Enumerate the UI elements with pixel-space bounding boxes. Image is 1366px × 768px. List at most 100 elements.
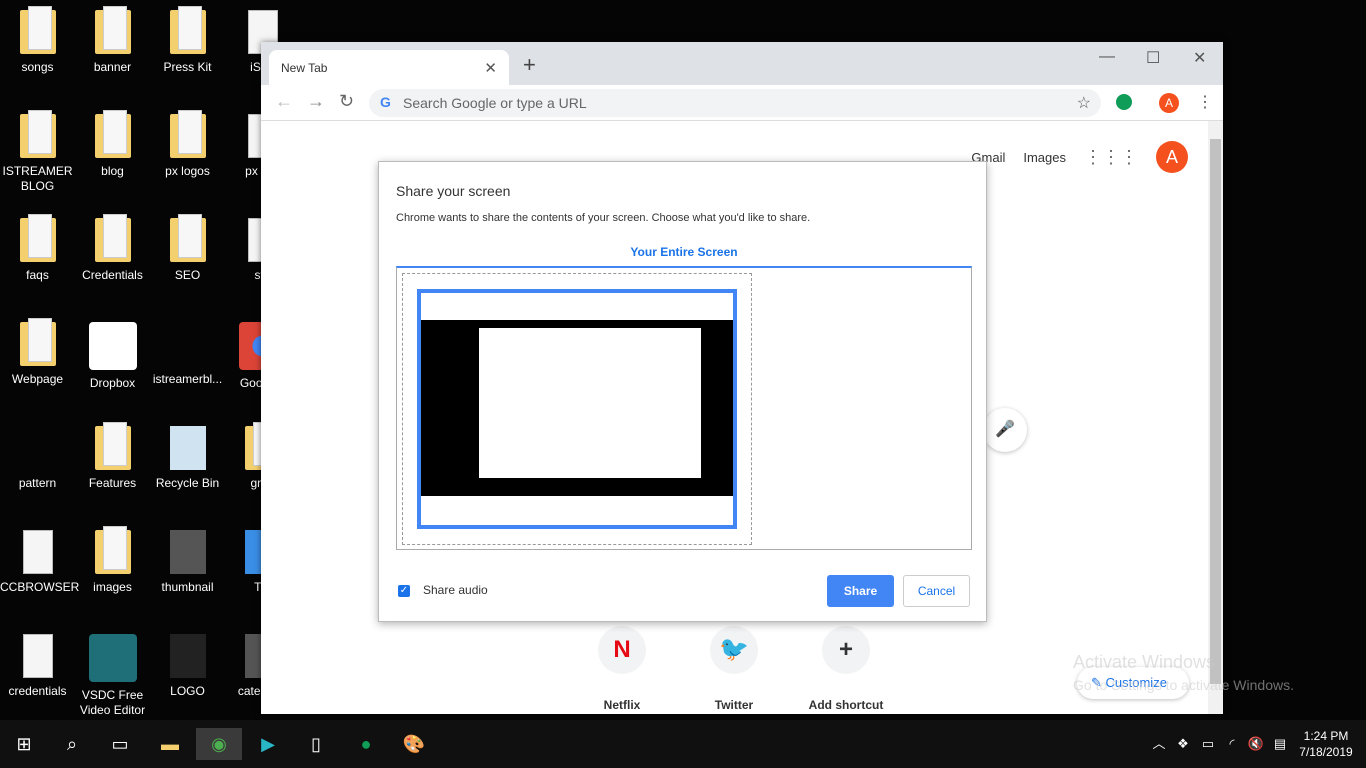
- dropbox-icon: [88, 322, 137, 370]
- desktop-icon-label: LOGO: [170, 684, 205, 698]
- desktop-icon[interactable]: Dropbox: [75, 322, 150, 391]
- scrollbar[interactable]: [1208, 121, 1223, 714]
- tab-entire-screen[interactable]: Your Entire Screen: [396, 245, 972, 259]
- dialog-title: Share your screen: [396, 183, 511, 199]
- desktop-icon[interactable]: blog: [75, 110, 150, 179]
- desktop-icon[interactable]: faqs: [0, 214, 75, 283]
- desktop-icon[interactable]: banner: [75, 6, 150, 75]
- desktop-icon[interactable]: CCBROWSER: [0, 530, 80, 595]
- desktop-icon[interactable]: Credentials: [75, 214, 150, 283]
- tab-new-tab[interactable]: New Tab ✕: [269, 50, 509, 85]
- desktop-icon-label: blog: [101, 164, 124, 178]
- screen-source[interactable]: [402, 273, 752, 545]
- desktop-icon[interactable]: LOGO: [150, 634, 225, 699]
- reload-button[interactable]: ↻: [339, 91, 354, 112]
- search-icon[interactable]: ⌕: [56, 728, 88, 760]
- hangouts-taskbar-icon[interactable]: ●: [350, 728, 382, 760]
- desktop-icon[interactable]: thumbnail: [150, 530, 225, 595]
- omnibox[interactable]: G Search Google or type a URL ☆: [369, 89, 1101, 117]
- desktop-icon[interactable]: Recycle Bin: [150, 426, 225, 491]
- account-avatar[interactable]: A: [1156, 141, 1188, 173]
- screen-thumbnail: [417, 289, 737, 529]
- shortcut-netflix[interactable]: N Netflix: [577, 626, 667, 712]
- omnibox-placeholder: Search Google or type a URL: [403, 95, 587, 111]
- twitter-icon: 🐦: [710, 626, 758, 674]
- desktop-icon[interactable]: Webpage: [0, 318, 75, 387]
- desktop-icon-label: images: [93, 580, 132, 594]
- desktop-icon-label: CCBROWSER: [0, 580, 80, 594]
- time: 1:24 PM: [1303, 729, 1349, 743]
- forward-button[interactable]: →: [307, 91, 325, 112]
- chrome-taskbar-icon[interactable]: ◉: [196, 728, 242, 760]
- share-button[interactable]: Share: [827, 575, 894, 607]
- tab-title: New Tab: [281, 61, 328, 75]
- menu-icon[interactable]: ⋮: [1197, 92, 1213, 112]
- tab-strip: New Tab ✕ + — ☐ ✕: [261, 42, 1223, 85]
- desktop-icon[interactable]: ISTREAMER BLOG: [0, 110, 75, 194]
- folder-icon: [94, 422, 131, 470]
- document-taskbar-icon[interactable]: ▯: [300, 728, 332, 760]
- desktop-icon-label: SEO: [174, 268, 201, 282]
- desktop-icon-label: ISTREAMER BLOG: [2, 164, 73, 193]
- desktop-icon-label: pattern: [18, 476, 57, 490]
- cancel-button[interactable]: Cancel: [903, 575, 970, 607]
- shortcut-add[interactable]: + Add shortcut: [801, 626, 891, 712]
- clock[interactable]: 1:24 PM 7/18/2019: [1296, 728, 1356, 760]
- close-window-button[interactable]: ✕: [1193, 48, 1206, 68]
- folder-icon: [94, 526, 131, 574]
- desktop-icon[interactable]: Press Kit: [150, 6, 225, 75]
- desktop-icon-label: songs: [21, 60, 54, 74]
- paint-taskbar-icon[interactable]: 🎨: [398, 728, 430, 760]
- shortcut-label: Netflix: [603, 698, 641, 712]
- desktop-icon-label: banner: [93, 60, 132, 74]
- apps-icon[interactable]: ⋮⋮⋮: [1084, 147, 1138, 168]
- desktop-icon-label: VSDC Free Video Editor: [79, 688, 146, 717]
- vsdc-icon: [88, 634, 137, 682]
- desktop-icon[interactable]: images: [75, 526, 150, 595]
- folder-icon: [94, 6, 131, 54]
- desktop-icon[interactable]: px logos: [150, 110, 225, 179]
- folder-icon: [169, 6, 206, 54]
- share-audio-checkbox[interactable]: ✓: [398, 585, 410, 597]
- new-tab-button[interactable]: +: [523, 52, 536, 78]
- netflix-icon: N: [598, 626, 646, 674]
- logo-icon: [169, 634, 206, 678]
- desktop-icon[interactable]: songs: [0, 6, 75, 75]
- desktop-icon[interactable]: VSDC Free Video Editor: [75, 634, 150, 718]
- desktop-icon[interactable]: pattern: [0, 426, 75, 491]
- images-link[interactable]: Images: [1023, 150, 1066, 165]
- desktop-icon[interactable]: Features: [75, 422, 150, 491]
- scrollbar-thumb[interactable]: [1210, 139, 1221, 684]
- desktop-icon-label: Press Kit: [163, 60, 212, 74]
- folder-icon: [19, 6, 56, 54]
- desktop-icon[interactable]: credentials: [0, 634, 75, 699]
- back-button[interactable]: ←: [275, 91, 293, 112]
- task-view-icon[interactable]: ▭: [104, 728, 136, 760]
- vsdc-taskbar-icon[interactable]: ▶: [252, 728, 284, 760]
- activate-windows-subtitle: Go to Settings to activate Windows.: [1073, 677, 1294, 693]
- hangouts-extension-icon[interactable]: [1116, 94, 1132, 110]
- image-icon: [169, 530, 206, 574]
- shortcut-twitter[interactable]: 🐦 Twitter: [689, 626, 779, 712]
- desktop-icon-label: istreamerbl...: [152, 372, 223, 386]
- minimize-button[interactable]: —: [1099, 48, 1115, 66]
- share-screen-dialog: Share your screen Chrome wants to share …: [378, 161, 987, 622]
- desktop-icon-label: faqs: [26, 268, 49, 282]
- file-explorer-icon[interactable]: ▬: [154, 728, 186, 760]
- voice-search-icon[interactable]: 🎤: [983, 408, 1027, 452]
- maximize-button[interactable]: ☐: [1146, 48, 1160, 68]
- thumbnail-window: [479, 328, 701, 478]
- bookmark-star-icon[interactable]: ☆: [1077, 93, 1091, 113]
- desktop-icon[interactable]: SEO: [150, 214, 225, 283]
- toolbar: ← → ↻ G Search Google or type a URL ☆ A ⋮: [261, 85, 1223, 121]
- close-tab-icon[interactable]: ✕: [484, 59, 497, 77]
- folder-icon: [19, 318, 56, 366]
- desktop-icon-label: px logos: [165, 164, 210, 178]
- start-icon[interactable]: ⊞: [8, 728, 40, 760]
- notification-icon[interactable]: ▤: [1264, 728, 1296, 760]
- folder-icon: [94, 110, 131, 158]
- desktop-icon[interactable]: istreamerbl...: [150, 322, 225, 387]
- folder-icon: [19, 214, 56, 262]
- desktop-icon-label: Credentials: [82, 268, 143, 282]
- profile-avatar[interactable]: A: [1159, 93, 1179, 113]
